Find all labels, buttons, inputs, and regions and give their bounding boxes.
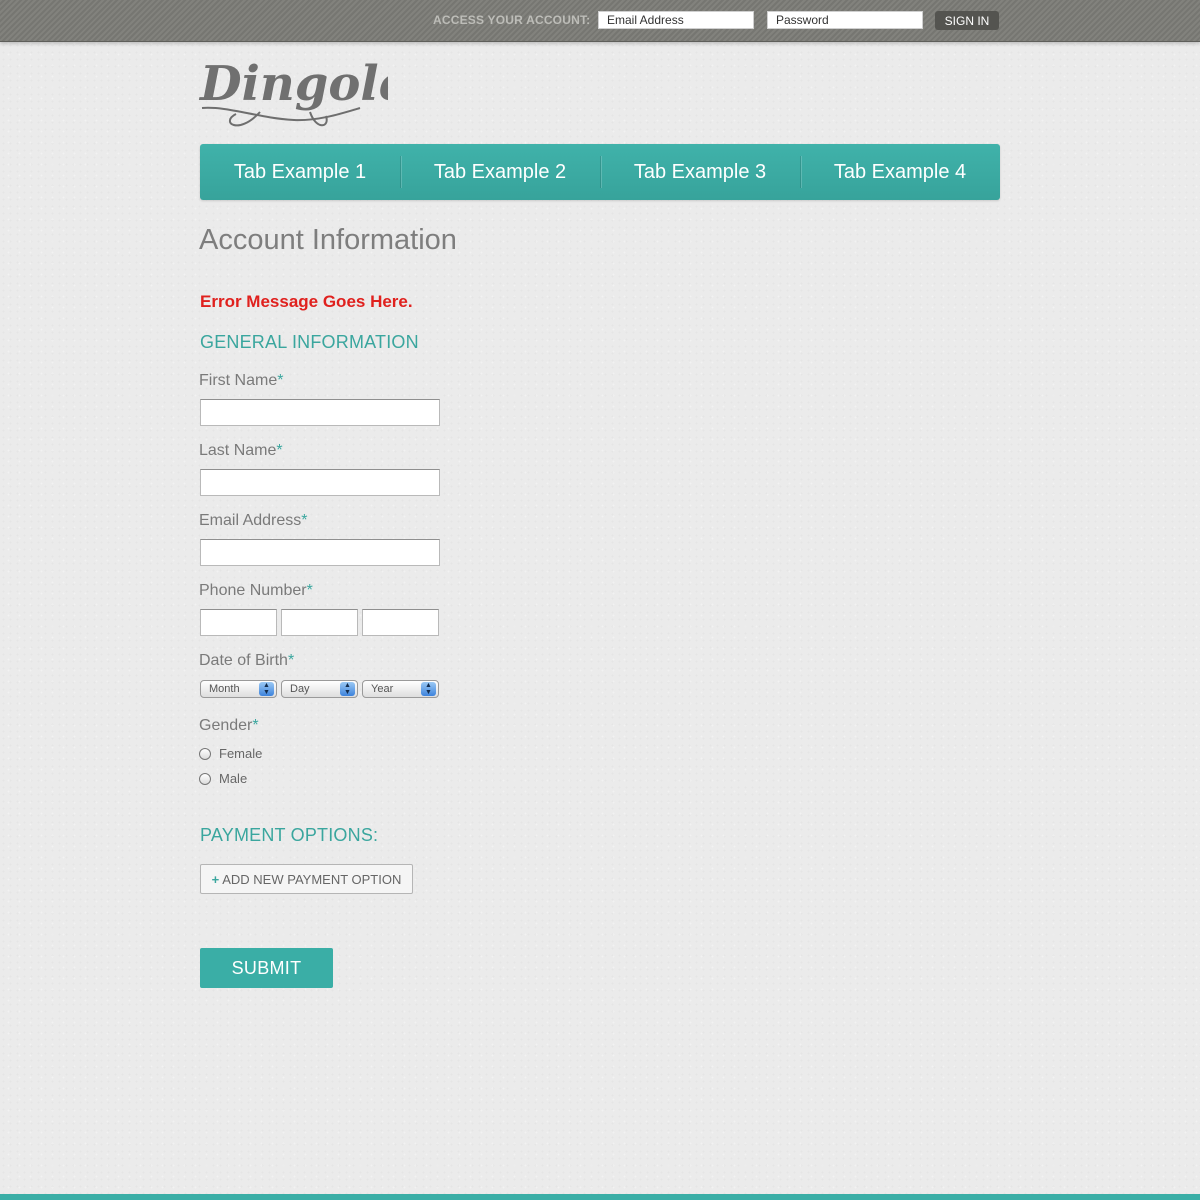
first-name-label-text: First Name	[199, 372, 278, 389]
tab-example-1[interactable]: Tab Example 1	[200, 144, 400, 200]
dob-year-value: Year	[371, 683, 394, 695]
add-payment-option-label: ADD NEW PAYMENT OPTION	[222, 871, 402, 887]
tab-example-4[interactable]: Tab Example 4	[800, 144, 1000, 200]
dob-day-select[interactable]: Day ▲ ▼	[281, 680, 358, 698]
select-arrow-icon: ▲ ▼	[259, 682, 274, 696]
email-address-label: Email Address*	[199, 512, 308, 530]
email-address-label-text: Email Address	[199, 512, 302, 529]
radio-female[interactable]	[199, 747, 211, 760]
footer-accent-bar	[0, 1194, 1200, 1200]
date-of-birth-label: Date of Birth*	[199, 652, 294, 670]
tab-example-3[interactable]: Tab Example 3	[600, 144, 800, 200]
account-top-bar: ACCESS YOUR ACCOUNT: SIGN IN	[0, 0, 1200, 42]
last-name-input[interactable]	[200, 469, 440, 496]
phone-number-label-text: Phone Number	[199, 582, 307, 599]
email-address-input[interactable]	[200, 539, 440, 566]
dob-day-value: Day	[290, 683, 310, 695]
gender-label-text: Gender	[199, 717, 253, 734]
top-password-input[interactable]	[767, 11, 923, 29]
dob-month-select[interactable]: Month ▲ ▼	[200, 680, 277, 698]
access-account-label: ACCESS YOUR ACCOUNT:	[433, 13, 591, 27]
error-message: Error Message Goes Here.	[200, 292, 413, 311]
main-tabs: Tab Example 1 Tab Example 2 Tab Example …	[200, 144, 1000, 200]
gender-male-label: Male	[219, 771, 248, 786]
submit-button[interactable]: SUBMIT	[200, 948, 333, 988]
top-email-input[interactable]	[598, 11, 754, 29]
tab-example-2[interactable]: Tab Example 2	[400, 144, 600, 200]
gender-female-option[interactable]: Female	[199, 746, 262, 761]
phone-line-input[interactable]	[362, 609, 439, 636]
gender-female-label: Female	[219, 746, 263, 761]
dob-month-value: Month	[209, 683, 240, 695]
last-name-label: Last Name*	[199, 442, 283, 460]
page-title: Account Information	[199, 224, 457, 256]
first-name-label: First Name*	[199, 372, 283, 390]
logo-text: Dingolé	[198, 56, 388, 112]
dingole-logo[interactable]: Dingolé	[198, 50, 388, 134]
dob-year-select[interactable]: Year ▲ ▼	[362, 680, 439, 698]
sign-in-button[interactable]: SIGN IN	[935, 11, 999, 30]
phone-number-label: Phone Number*	[199, 582, 313, 600]
required-marker: *	[306, 582, 313, 599]
date-of-birth-label-text: Date of Birth	[199, 652, 288, 669]
required-marker: *	[277, 372, 284, 389]
required-marker: *	[276, 442, 283, 459]
select-arrow-icon: ▲ ▼	[421, 682, 436, 696]
radio-male[interactable]	[199, 772, 211, 785]
required-marker: *	[301, 512, 308, 529]
gender-label: Gender*	[199, 717, 259, 735]
gender-male-option[interactable]: Male	[199, 771, 247, 786]
required-marker: *	[287, 652, 295, 669]
first-name-input[interactable]	[200, 399, 440, 426]
phone-prefix-input[interactable]	[281, 609, 358, 636]
general-information-heading: GENERAL INFORMATION	[200, 332, 419, 352]
select-arrow-icon: ▲ ▼	[340, 682, 355, 696]
add-payment-option-button[interactable]: + ADD NEW PAYMENT OPTION	[200, 864, 413, 894]
required-marker: *	[252, 717, 259, 734]
phone-area-code-input[interactable]	[200, 609, 277, 636]
last-name-label-text: Last Name	[199, 442, 277, 459]
payment-options-heading: PAYMENT OPTIONS:	[200, 825, 379, 845]
plus-icon: +	[211, 871, 220, 887]
